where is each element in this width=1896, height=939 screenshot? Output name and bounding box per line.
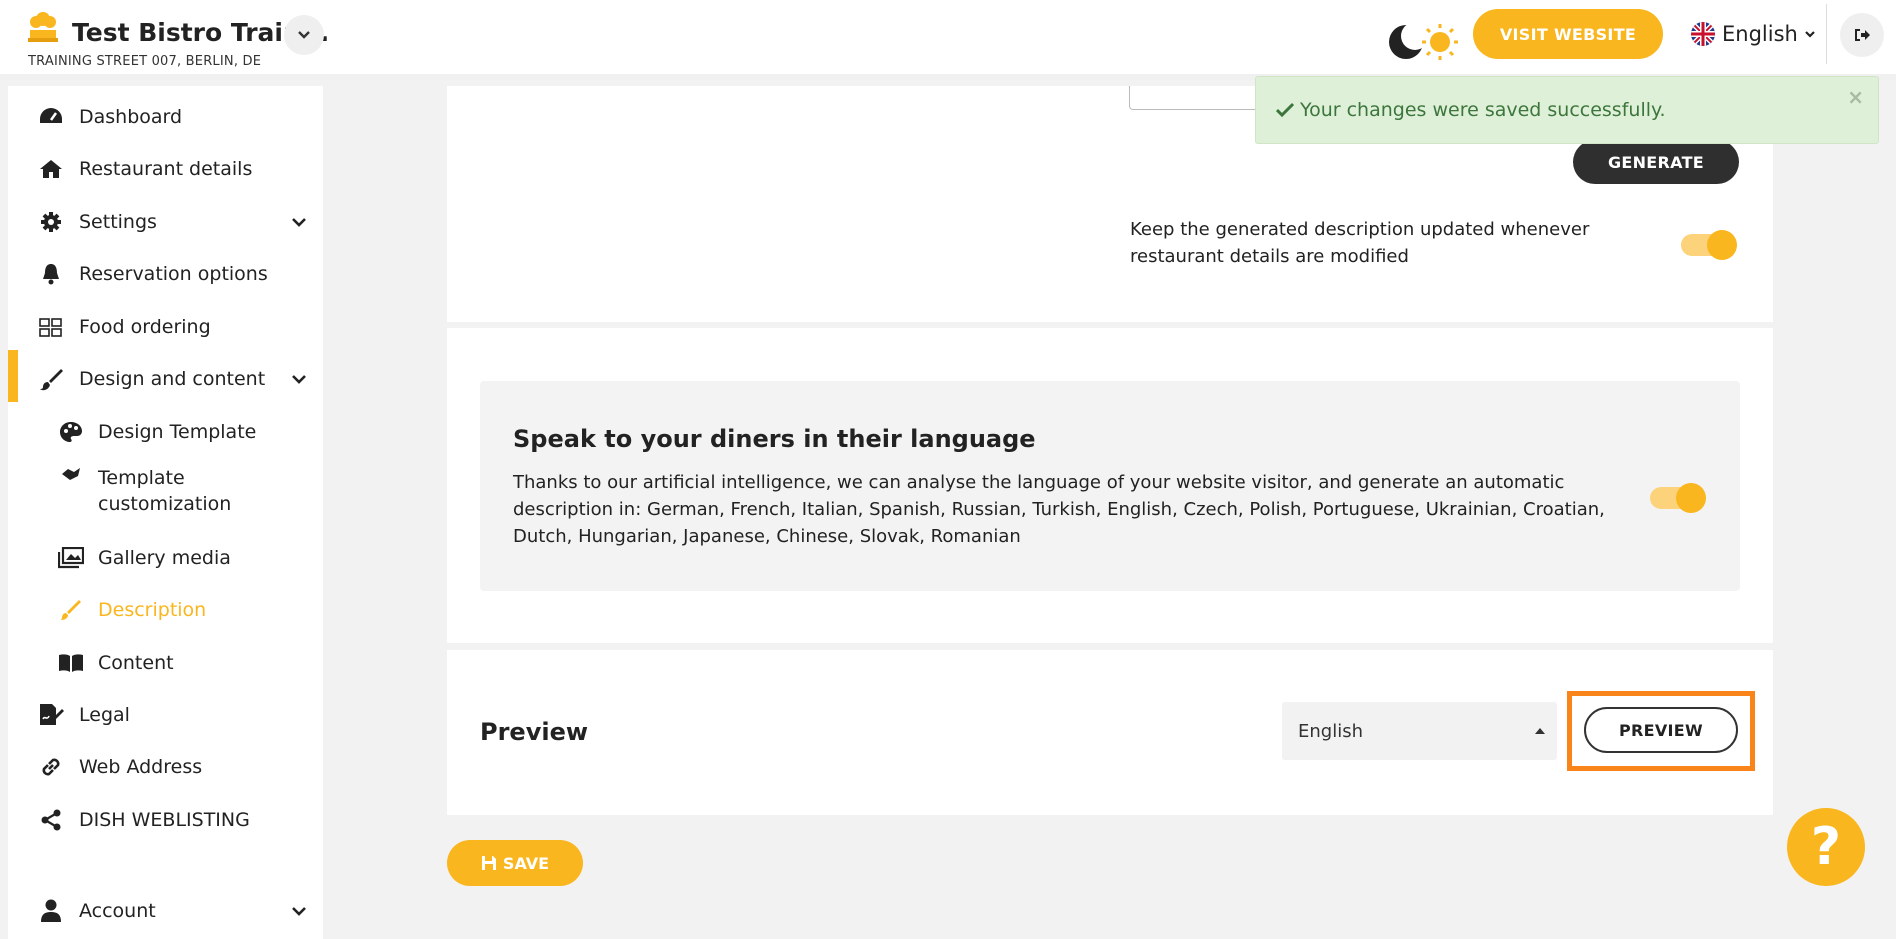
toast-close-button[interactable]: ×	[1847, 85, 1864, 109]
share-icon	[38, 807, 64, 833]
success-toast: Your changes were saved successfully. ×	[1255, 76, 1879, 144]
sidebar-item-food-ordering[interactable]: Food ordering	[8, 302, 323, 352]
help-button[interactable]: ?	[1787, 808, 1865, 886]
top-bar: Test Bistro Train... TRAINING STREET 007…	[0, 0, 1896, 80]
save-button[interactable]: SAVE	[447, 840, 583, 886]
language-panel-description: Thanks to our artificial intelligence, w…	[513, 472, 1605, 547]
sidebar-item-content[interactable]: Content	[8, 638, 323, 688]
sidebar-item-design-and-content[interactable]: Design and content	[8, 354, 323, 404]
sidebar-item-gallery-media[interactable]: Gallery media	[8, 533, 323, 583]
theme-toggle[interactable]	[1384, 18, 1464, 64]
dashboard-icon	[38, 104, 64, 130]
sidebar-item-dish-weblisting[interactable]: DISH WEBLISTING	[8, 795, 323, 845]
keep-updated-label: Keep the generated description updated w…	[1130, 219, 1590, 267]
logout-icon	[1855, 29, 1870, 41]
language-label: English	[1722, 22, 1798, 46]
sidebar-item-dashboard[interactable]: Dashboard	[8, 92, 323, 142]
sidebar-item-label: Content	[98, 652, 174, 674]
sidebar-item-label: Gallery media	[98, 547, 231, 569]
keep-updated-toggle[interactable]	[1681, 230, 1737, 260]
preview-language-value: English	[1298, 720, 1363, 742]
home-icon	[38, 156, 64, 182]
toggle-knob	[1707, 230, 1737, 260]
chevron-down-icon	[292, 218, 306, 227]
chevron-down-icon	[298, 31, 310, 39]
sidebar-item-account[interactable]: Account	[8, 886, 323, 936]
sidebar-item-label: Dashboard	[79, 106, 183, 128]
language-panel: Speak to your diners in their language T…	[480, 381, 1740, 591]
caret-up-icon	[1535, 728, 1545, 734]
chevron-down-icon	[1805, 31, 1815, 38]
sidebar-item-label: Food ordering	[79, 316, 211, 338]
visit-website-button[interactable]: VISIT WEBSITE	[1473, 9, 1663, 59]
preview-card: Preview English PREVIEW	[447, 650, 1773, 815]
chevron-down-icon	[292, 375, 306, 384]
sidebar-item-label: Template customization	[98, 467, 232, 515]
pencil-icon	[58, 597, 84, 623]
sidebar-item-label: Design Template	[98, 421, 257, 443]
sidebar-item-legal[interactable]: Legal	[8, 690, 323, 740]
preview-language-select[interactable]: English	[1282, 702, 1557, 760]
book-icon	[58, 650, 84, 676]
preview-title: Preview	[480, 718, 589, 746]
sidebar-item-restaurant-details[interactable]: Restaurant details	[8, 144, 323, 194]
generate-button[interactable]: GENERATE	[1573, 140, 1739, 184]
uk-flag-icon	[1691, 22, 1715, 46]
sidebar-item-label: Legal	[79, 704, 130, 726]
gear-icon	[38, 209, 64, 235]
gallery-icon	[58, 545, 84, 571]
venue-dropdown-button[interactable]	[284, 15, 324, 55]
sidebar-item-reservation-options[interactable]: Reservation options	[8, 249, 323, 299]
sidebar-item-template-customization[interactable]: Template customization	[8, 459, 323, 519]
user-icon	[38, 898, 64, 924]
sidebar-item-label: Web Address	[79, 756, 203, 778]
food-ordering-icon	[38, 314, 64, 340]
legal-icon	[38, 702, 64, 728]
template-customization-icon	[58, 461, 84, 487]
language-switcher[interactable]: English	[1690, 18, 1816, 50]
restaurant-address: TRAINING STREET 007, BERLIN, DE	[28, 54, 262, 69]
chevron-down-icon	[292, 907, 306, 916]
chef-hat-logo-icon	[28, 12, 58, 42]
multilanguage-toggle[interactable]	[1650, 483, 1706, 513]
sidebar-item-settings[interactable]: Settings	[8, 197, 323, 247]
toggle-knob	[1676, 483, 1706, 513]
logout-button[interactable]	[1840, 13, 1884, 57]
sidebar-item-design-template[interactable]: Design Template	[8, 407, 323, 457]
sidebar-item-label: DISH WEBLISTING	[79, 809, 250, 831]
sidebar-item-label: Settings	[79, 211, 157, 233]
header-divider	[1826, 4, 1827, 64]
checkmark-icon	[1276, 102, 1294, 118]
sidebar-item-label: Restaurant details	[79, 158, 253, 180]
sidebar: Dashboard Restaurant details Settings Re…	[8, 86, 323, 939]
bell-icon	[38, 261, 64, 287]
language-card: Speak to your diners in their language T…	[447, 328, 1773, 643]
brush-icon	[38, 366, 64, 392]
sidebar-item-label: Account	[79, 900, 156, 922]
save-label: SAVE	[502, 853, 550, 873]
save-icon	[481, 856, 496, 870]
sidebar-item-label: Reservation options	[79, 263, 268, 285]
link-icon	[38, 754, 64, 780]
preview-button[interactable]: PREVIEW	[1584, 707, 1738, 753]
sidebar-item-label: Design and content	[79, 368, 266, 390]
palette-icon	[58, 419, 84, 445]
toast-message: Your changes were saved successfully.	[1300, 99, 1666, 121]
sidebar-item-label: Description	[98, 599, 207, 621]
language-panel-title: Speak to your diners in their language	[513, 425, 1036, 453]
sidebar-item-description[interactable]: Description	[8, 585, 323, 635]
sidebar-item-web-address[interactable]: Web Address	[8, 742, 323, 792]
